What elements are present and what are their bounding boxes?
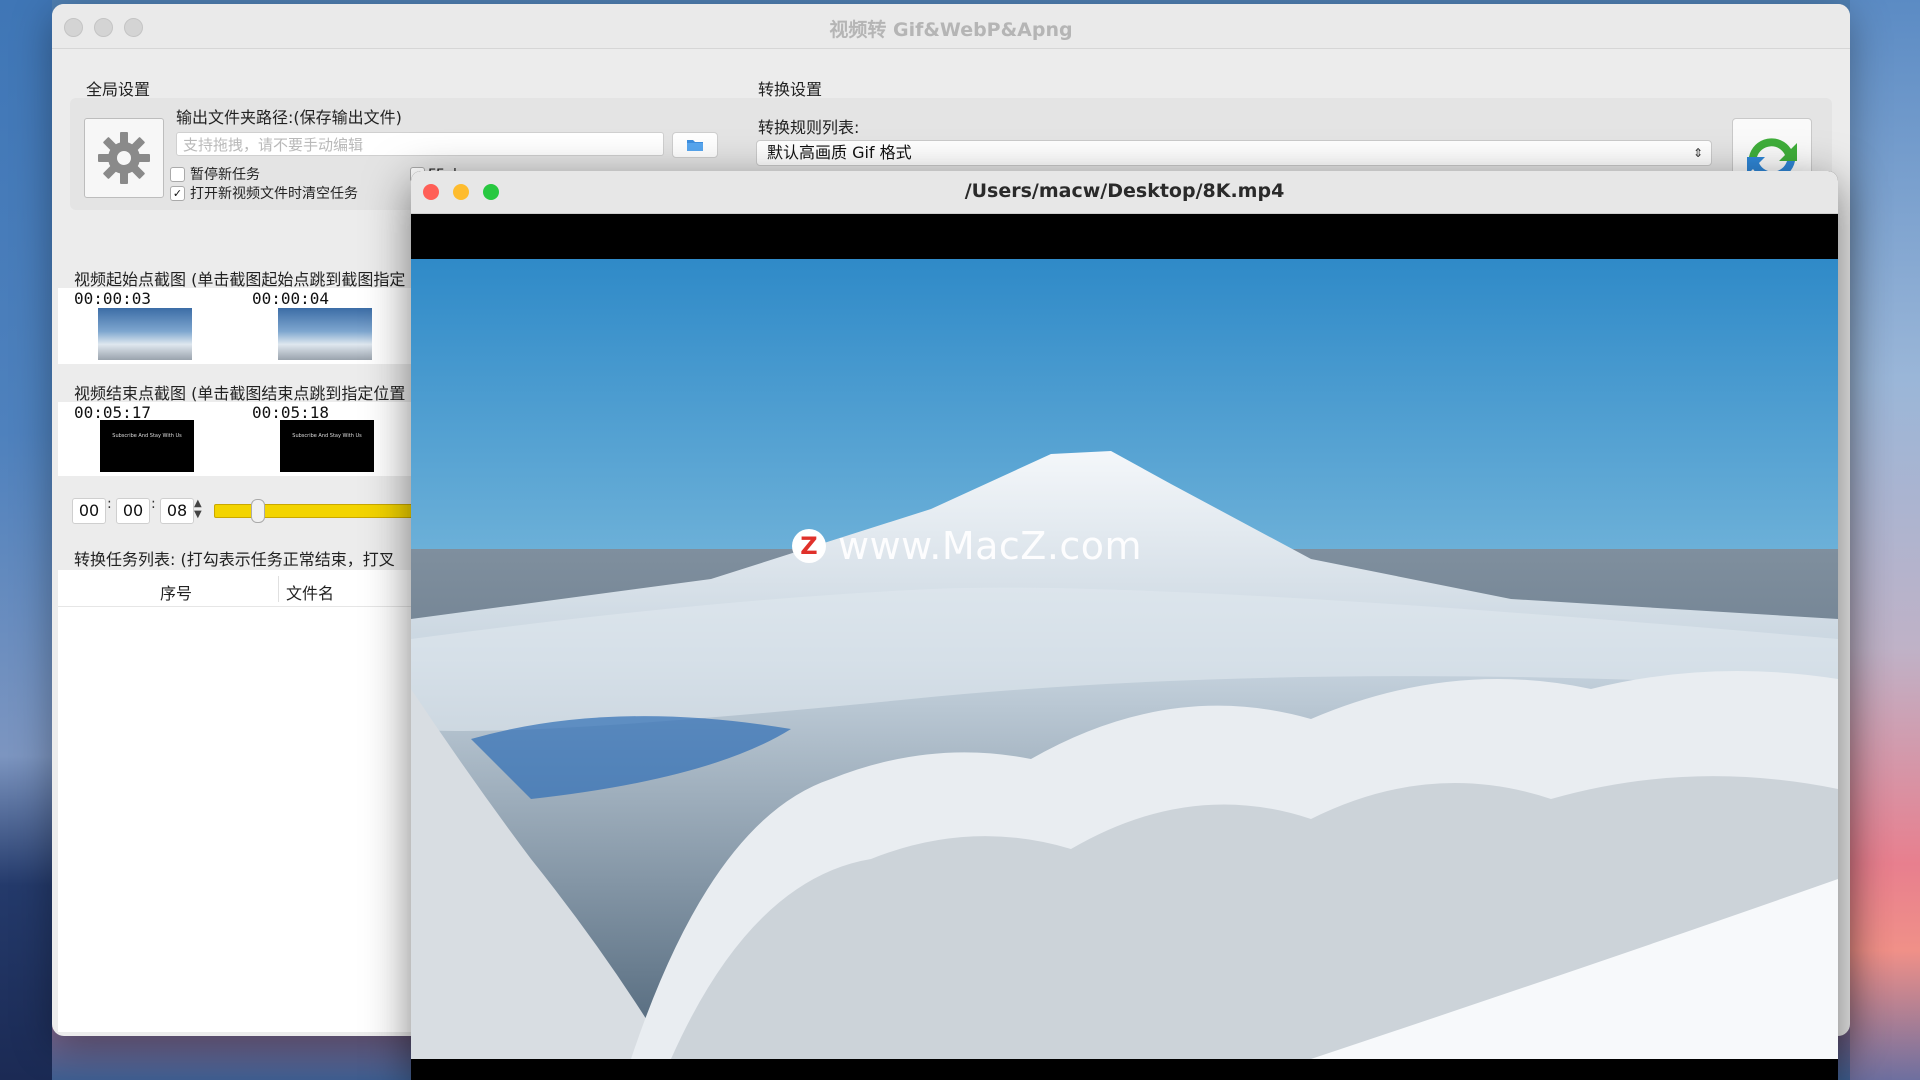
conversion-settings-title: 转换设置 <box>758 80 823 99</box>
start-frame-1-thumbnail[interactable] <box>98 308 192 360</box>
start-frame-1-time: 00:00:03 <box>74 289 152 308</box>
start-frame-2-time: 00:00:04 <box>252 289 330 308</box>
task-list-label: 转换任务列表: (打勾表示任务正常结束，打叉 <box>74 550 395 569</box>
end-frames-label: 视频结束点截图 (单击截图结束点跳到指定位置 <box>74 384 406 403</box>
colon-separator: : <box>151 496 156 512</box>
video-player-window: /Users/macw/Desktop/8K.mp4 Z www.MacZ.co… <box>411 171 1838 1080</box>
clear-on-open-checkbox[interactable]: ✓ <box>170 186 185 201</box>
gear-icon <box>98 132 150 184</box>
start-frames-label: 视频起始点截图 (单击截图起始点跳到截图指定 <box>74 270 406 289</box>
end-frame-1-thumbnail[interactable]: Subscribe And Stay With Us <box>100 420 194 472</box>
end-frame-1-text: Subscribe And Stay With Us <box>112 433 182 439</box>
column-header-index[interactable]: 序号 <box>160 580 192 604</box>
settings-button[interactable] <box>84 118 164 198</box>
video-frame[interactable]: Z www.MacZ.com <box>411 259 1838 1059</box>
folder-icon <box>687 140 703 151</box>
output-path-input[interactable]: 支持拖拽，请不要手动编辑 <box>176 132 664 156</box>
pause-new-task-label: 暂停新任务 <box>190 167 260 183</box>
end-frame-2-thumbnail[interactable]: Subscribe And Stay With Us <box>280 420 374 472</box>
end-frame-2-text: Subscribe And Stay With Us <box>292 433 362 439</box>
seconds-field[interactable]: 08 <box>160 498 194 524</box>
output-path-label: 输出文件夹路径:(保存输出文件) <box>176 108 402 127</box>
rule-select[interactable]: 默认高画质 Gif 格式 ⇕ <box>756 140 1712 166</box>
watermark: Z www.MacZ.com <box>792 524 1142 568</box>
video-file-title: /Users/macw/Desktop/8K.mp4 <box>964 180 1285 202</box>
select-arrows-icon: ⇕ <box>1692 146 1703 160</box>
column-header-filename[interactable]: 文件名 <box>286 580 334 604</box>
main-titlebar: 视频转 Gif&WebP&Apng <box>52 4 1850 49</box>
mountain-landscape-image <box>411 259 1838 1059</box>
rule-select-value: 默认高画质 Gif 格式 <box>767 143 912 162</box>
duration-slider-knob[interactable] <box>251 499 265 523</box>
task-table[interactable] <box>58 570 458 1032</box>
table-header-divider <box>58 606 458 607</box>
rules-label: 转换规则列表: <box>758 118 860 137</box>
watermark-text: www.MacZ.com <box>838 524 1143 568</box>
global-settings-title: 全局设置 <box>86 80 151 99</box>
minutes-field[interactable]: 00 <box>116 498 150 524</box>
hours-field[interactable]: 00 <box>72 498 106 524</box>
desktop-background-left <box>0 0 52 1080</box>
window-title: 视频转 Gif&WebP&Apng <box>829 19 1073 41</box>
start-frame-2-thumbnail[interactable] <box>278 308 372 360</box>
colon-separator: : <box>107 496 112 512</box>
seconds-stepper-arrows[interactable]: ▲ ▼ <box>194 498 202 520</box>
watermark-logo-icon: Z <box>792 529 826 563</box>
clear-on-open-label: 打开新视频文件时清空任务 <box>190 186 358 202</box>
desktop-background-right <box>1850 0 1920 1080</box>
video-titlebar: /Users/macw/Desktop/8K.mp4 <box>411 171 1838 214</box>
pause-new-task-checkbox[interactable] <box>170 167 185 182</box>
choose-folder-button[interactable] <box>672 132 718 158</box>
column-divider <box>278 576 279 602</box>
